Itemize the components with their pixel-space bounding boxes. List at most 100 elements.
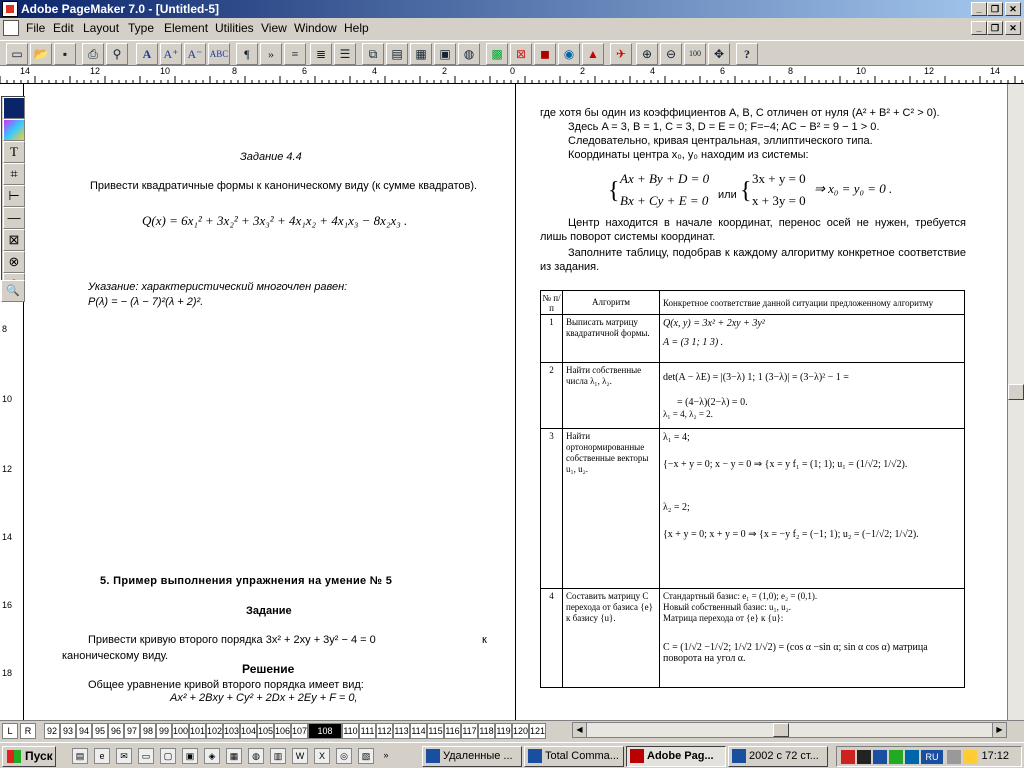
horizontal-scrollbar[interactable]: ◀ ▶ [572, 722, 1007, 738]
copy-icon[interactable]: ⧉ [362, 43, 384, 65]
page-tab[interactable]: 121 [529, 723, 546, 739]
menu-view[interactable]: View [261, 21, 287, 35]
open-icon[interactable]: 📂 [30, 43, 52, 65]
fit-icon[interactable]: ✥ [708, 43, 730, 65]
horizontal-ruler[interactable]: 14 12 10 8 6 4 2 0 2 4 6 8 10 12 14 [0, 66, 1024, 84]
page-spread-canvas[interactable]: Задание 4.4 Привести квадратичные формы … [24, 84, 1007, 720]
page-tab[interactable]: 103 [223, 723, 240, 739]
zoom-tool-icon[interactable]: 🔍 [1, 280, 25, 302]
page-tab[interactable]: 96 [108, 723, 124, 739]
spell-check-icon[interactable]: ABC [208, 43, 230, 65]
vertical-scroll-thumb[interactable] [1008, 384, 1024, 400]
indent-icon[interactable]: » [260, 43, 282, 65]
tray-icon[interactable] [963, 750, 977, 764]
paragraph-icon[interactable]: ¶ [236, 43, 258, 65]
tray-icon[interactable] [889, 750, 903, 764]
desktop-icon[interactable]: ▢ [160, 748, 176, 764]
minimize-button[interactable]: _ [971, 2, 987, 16]
color-icon[interactable]: ◼ [534, 43, 556, 65]
zoom-in-icon[interactable]: ⊕ [636, 43, 658, 65]
menu-file[interactable]: File [26, 21, 45, 35]
page-tab[interactable]: 110 [342, 723, 359, 739]
app3-icon[interactable]: ◍ [248, 748, 264, 764]
page-tab[interactable]: 119 [495, 723, 512, 739]
print-icon[interactable]: ⎙ [82, 43, 104, 65]
menu-help[interactable]: Help [344, 21, 369, 35]
acrobat-icon[interactable]: ✈ [610, 43, 632, 65]
excel-icon[interactable]: X [314, 748, 330, 764]
app6-icon[interactable]: ▧ [358, 748, 374, 764]
line-tool-icon[interactable]: ⊢ [3, 185, 25, 207]
doc-minimize-button[interactable]: _ [971, 21, 987, 35]
app4-icon[interactable]: ▥ [270, 748, 286, 764]
page-tab[interactable]: 111 [359, 723, 376, 739]
maximize-button[interactable]: ❐ [987, 2, 1003, 16]
pdf-icon[interactable]: ▲ [582, 43, 604, 65]
task-total-commander[interactable]: Total Comma... [524, 746, 624, 767]
actual-size-icon[interactable]: 100 [684, 43, 706, 65]
tray-icon[interactable] [841, 750, 855, 764]
crop-tool-icon[interactable]: ⌗ [3, 163, 25, 185]
app2-icon[interactable]: ▦ [226, 748, 242, 764]
align-icon[interactable]: ☰ [334, 43, 356, 65]
page-tab[interactable]: 108 109 [308, 723, 342, 750]
page-tab[interactable]: 99 [156, 723, 172, 739]
page-tab[interactable]: 115 [427, 723, 444, 739]
page-tab[interactable]: 107 [291, 723, 308, 739]
image-icon[interactable]: ▩ [486, 43, 508, 65]
scroll-right-icon[interactable]: ▶ [992, 723, 1006, 737]
ink-icon[interactable]: ◍ [458, 43, 480, 65]
page-tab[interactable]: 112 [376, 723, 393, 739]
doc-close-button[interactable]: ✕ [1005, 21, 1021, 35]
page-tab[interactable]: 97 [124, 723, 140, 739]
page-tab[interactable]: 116 [444, 723, 461, 739]
menu-element[interactable]: Element [164, 21, 208, 35]
list-indent-icon[interactable]: ≣ [310, 43, 332, 65]
page-tab[interactable]: 98 [140, 723, 156, 739]
page-tab[interactable]: 104 [240, 723, 257, 739]
font-smaller-icon[interactable]: A⁻ [184, 43, 206, 65]
page-tab[interactable]: 118 [478, 723, 495, 739]
doc-restore-button[interactable]: ❐ [987, 21, 1003, 35]
color-tool-icon[interactable] [3, 119, 25, 141]
task-word-doc[interactable]: 2002 с 72 ст... [728, 746, 828, 767]
pointer-tool-icon[interactable] [3, 97, 25, 119]
tray-icon[interactable] [873, 750, 887, 764]
folder-icon[interactable]: ▣ [182, 748, 198, 764]
language-indicator[interactable]: RU [921, 750, 943, 764]
text-tool-icon[interactable]: T [3, 141, 25, 163]
help-icon[interactable]: ? [736, 43, 758, 65]
right-master-page-tab[interactable]: R [20, 723, 36, 739]
save-icon[interactable]: ▪ [54, 43, 76, 65]
ellipse-tool-icon[interactable]: ⊗ [3, 251, 25, 273]
find-icon[interactable]: ⚲ [106, 43, 128, 65]
page-tab[interactable]: 95 [92, 723, 108, 739]
pagemaker-app-icon[interactable] [2, 1, 18, 17]
page-tab[interactable]: 117 [461, 723, 478, 739]
task-deleted[interactable]: Удаленные ... [422, 746, 522, 767]
more-icon[interactable]: » [378, 748, 394, 764]
horizontal-scroll-thumb[interactable] [773, 723, 789, 737]
tray-icon[interactable] [947, 750, 961, 764]
menu-utilities[interactable]: Utilities [215, 21, 254, 35]
page-tab[interactable]: 120 [512, 723, 529, 739]
document-icon[interactable] [3, 20, 19, 36]
globe-icon[interactable]: ◉ [558, 43, 580, 65]
page-tab[interactable]: 102 [206, 723, 223, 739]
frame-icon[interactable]: ⊠ [510, 43, 532, 65]
paste-icon[interactable]: ▤ [386, 43, 408, 65]
word-icon[interactable]: W [292, 748, 308, 764]
document-icon-2[interactable]: ▦ [410, 43, 432, 65]
page-tab[interactable]: 106 [274, 723, 291, 739]
notepad-icon[interactable]: ▭ [138, 748, 154, 764]
links-icon[interactable]: ▣ [434, 43, 456, 65]
list-icon[interactable]: ≡ [284, 43, 306, 65]
menu-window[interactable]: Window [294, 21, 337, 35]
new-icon[interactable]: ▭ [6, 43, 28, 65]
start-button[interactable]: Пуск [2, 746, 56, 767]
ie-icon[interactable]: e [94, 748, 110, 764]
constrained-line-tool-icon[interactable]: — [3, 207, 25, 229]
app5-icon[interactable]: ◎ [336, 748, 352, 764]
tray-icon[interactable] [905, 750, 919, 764]
task-pagemaker[interactable]: Adobe Pag... [626, 746, 726, 767]
